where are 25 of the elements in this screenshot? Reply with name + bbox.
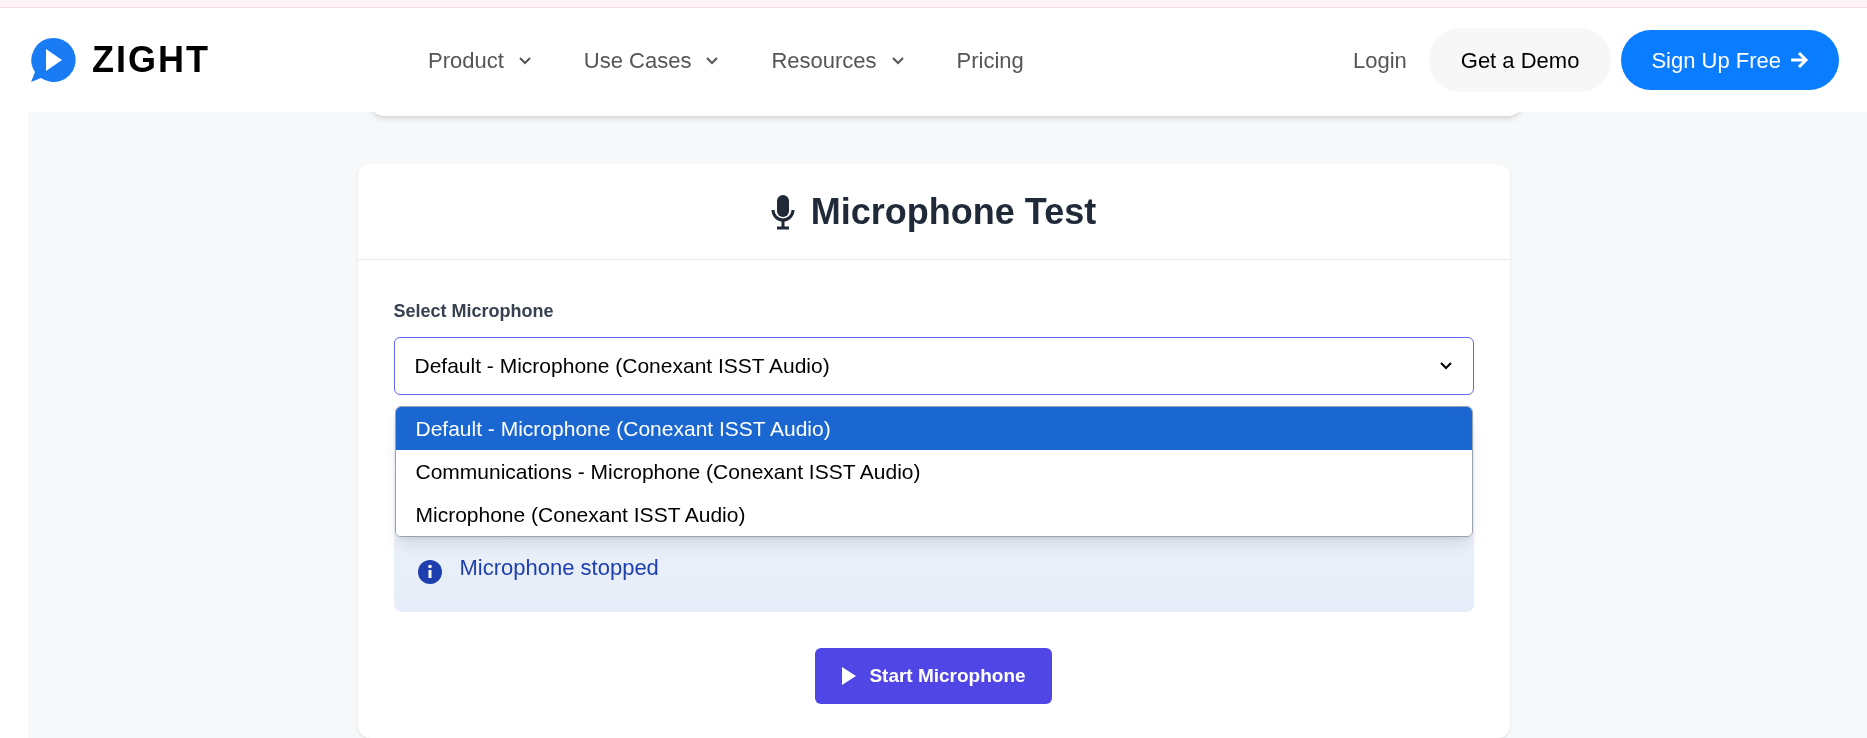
chevron-down-icon xyxy=(517,55,532,65)
microphone-select[interactable]: Default - Microphone (Conexant ISST Audio) xyxy=(393,337,1474,395)
demo-button[interactable]: Get a Demo xyxy=(1428,28,1612,92)
chevron-down-icon xyxy=(890,55,905,65)
nav-link[interactable]: Product xyxy=(428,43,532,77)
nav-link[interactable]: Resources xyxy=(771,43,905,77)
nav-link[interactable]: Pricing xyxy=(956,43,1024,77)
logo-icon xyxy=(28,35,78,85)
login-link[interactable]: Login xyxy=(1352,43,1407,77)
logo-text[interactable]: ZIGHT xyxy=(92,33,210,87)
chevron-down-icon xyxy=(1438,361,1453,371)
start-button[interactable]: Start Microphone xyxy=(815,648,1052,704)
select-label: Select Microphone xyxy=(393,300,555,323)
info-icon xyxy=(417,560,442,584)
dropdown-option[interactable]: Communications - Microphone (Conexant ISST Audio) xyxy=(395,450,1472,493)
nav-link[interactable]: Use Cases xyxy=(583,43,720,77)
arrow-right-icon xyxy=(1789,51,1809,69)
signup-button[interactable]: Sign Up Free xyxy=(1621,30,1839,90)
status-text: Microphone stopped xyxy=(459,554,659,582)
microphone-icon xyxy=(770,193,795,230)
dropdown-option[interactable]: Default - Microphone (Conexant ISST Audio) xyxy=(395,407,1472,450)
chevron-down-icon xyxy=(705,55,720,65)
play-icon xyxy=(841,666,858,686)
card-title: Microphone Test xyxy=(810,189,1097,234)
dropdown-option[interactable]: Microphone (Conexant ISST Audio) xyxy=(395,493,1472,536)
